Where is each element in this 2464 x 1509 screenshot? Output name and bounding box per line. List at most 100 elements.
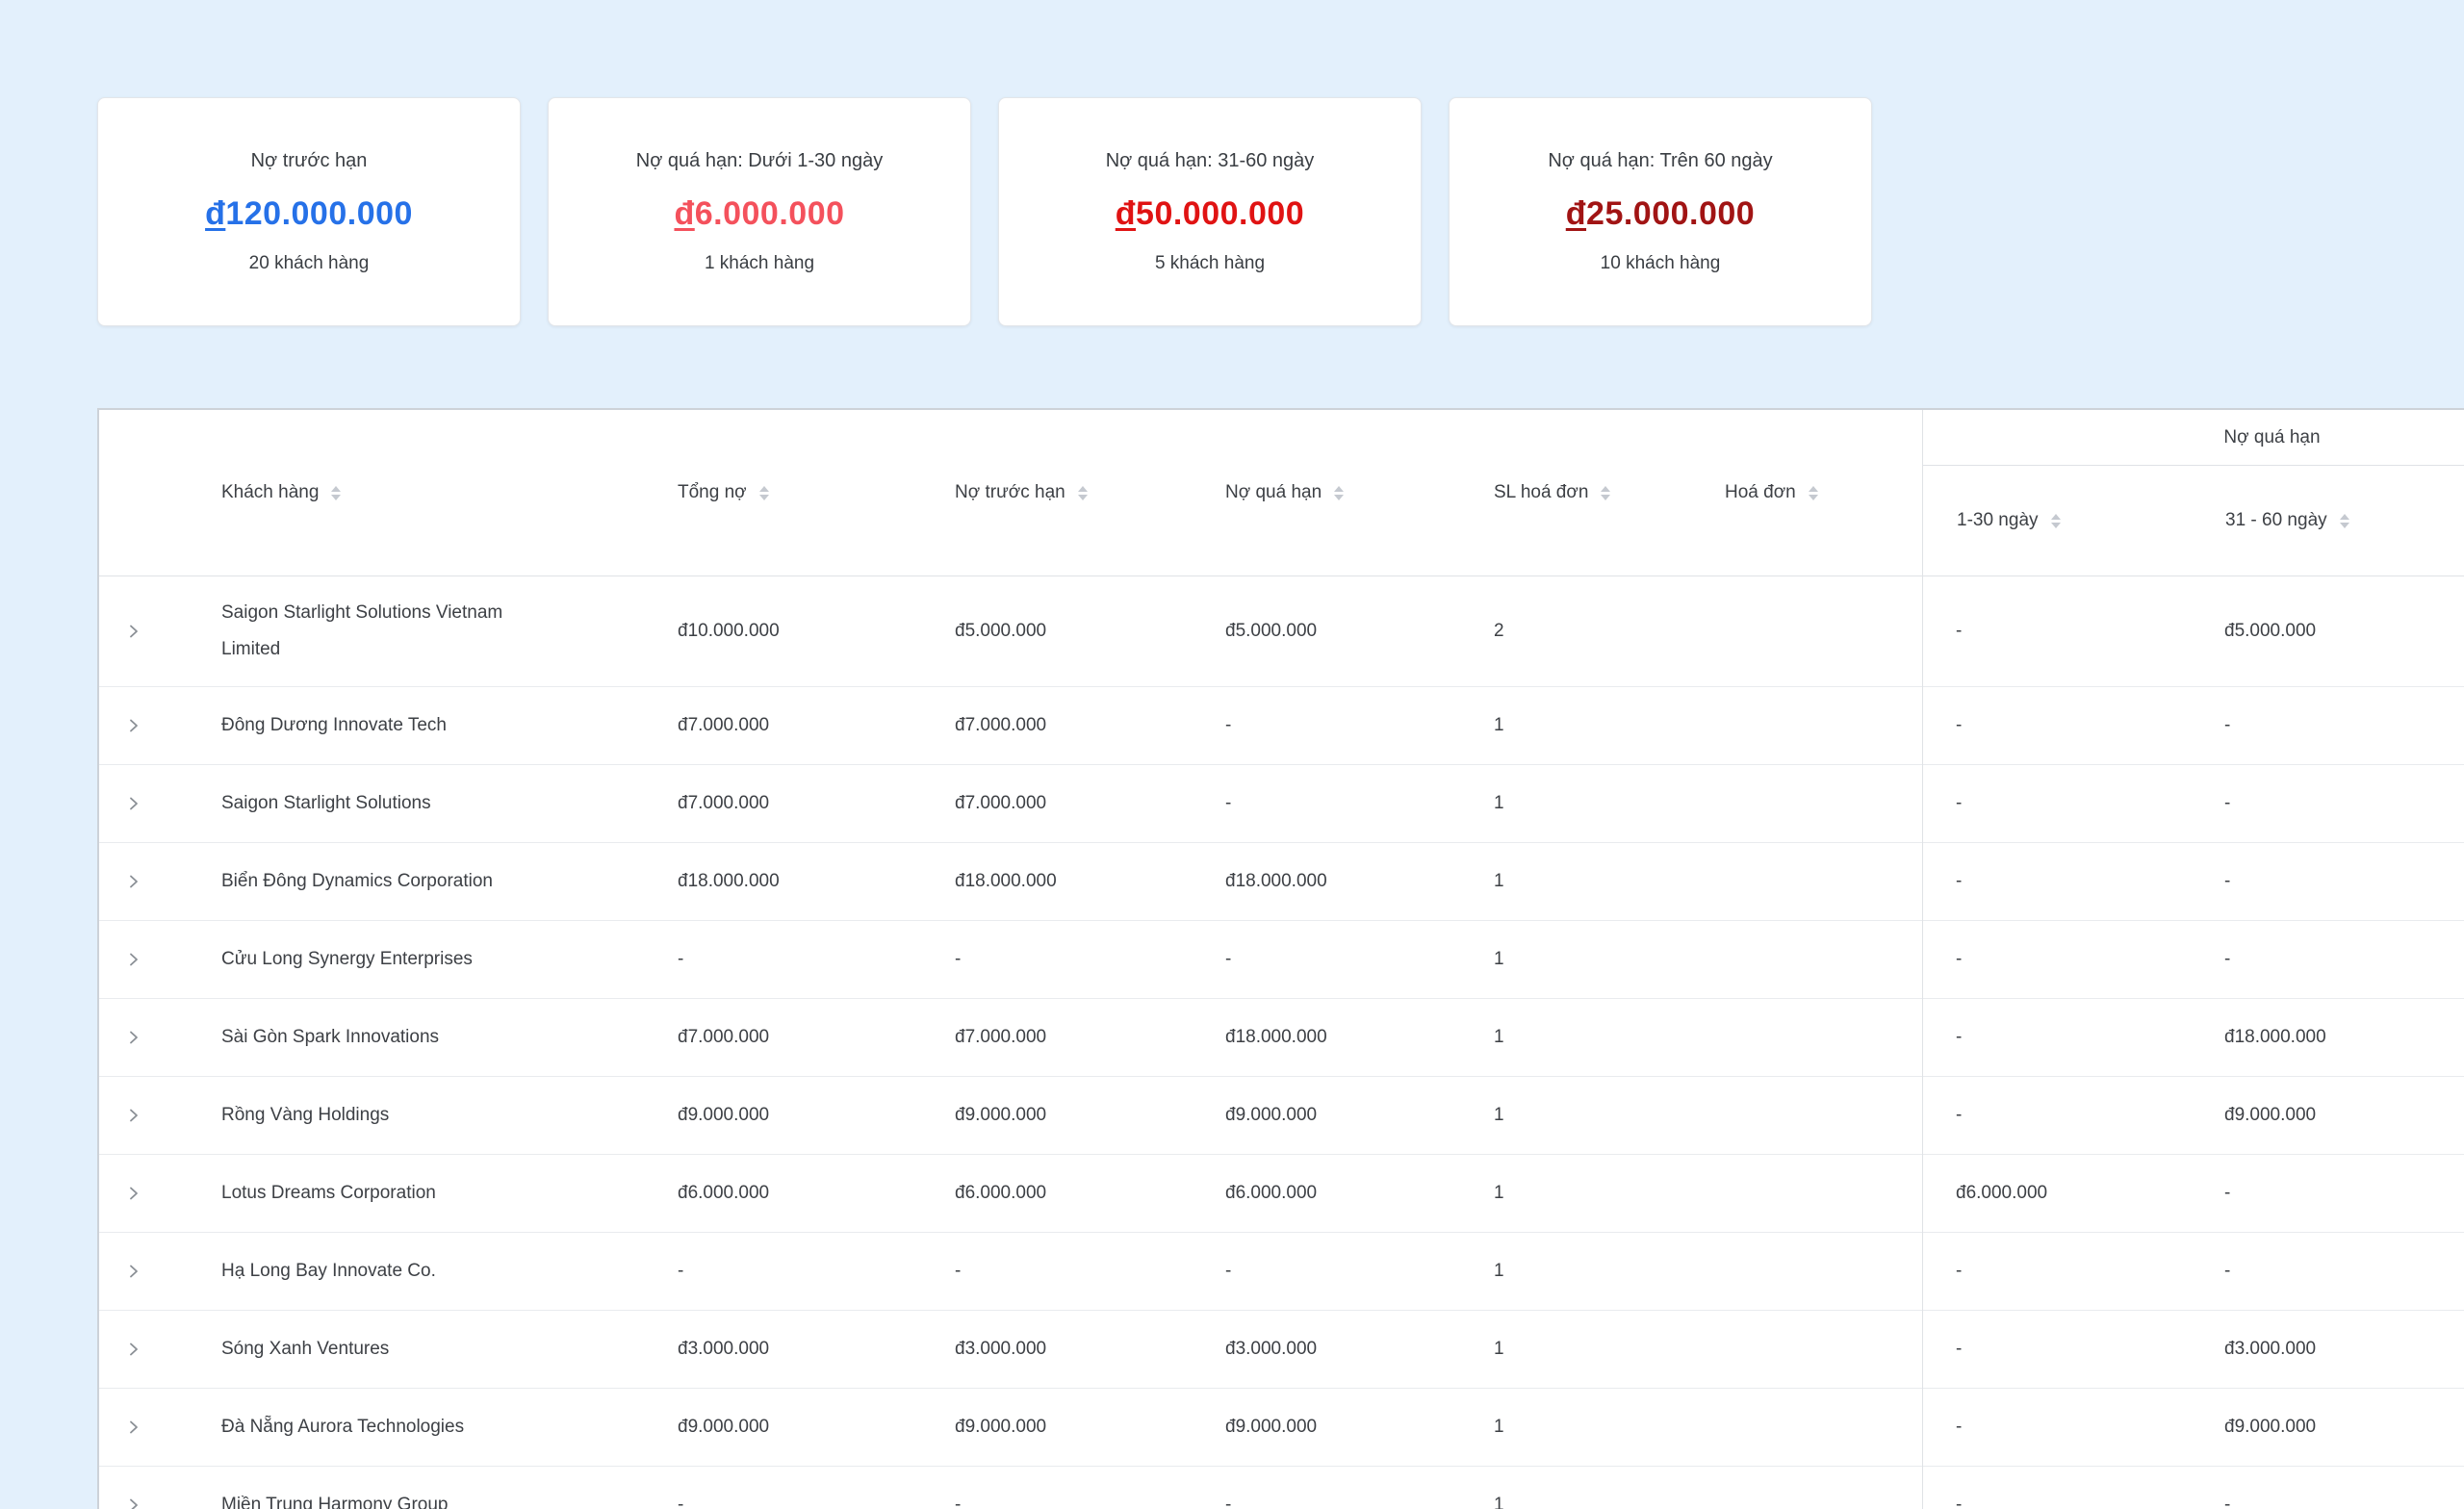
cell-overdue-1-30: đ6.000.000	[1922, 1183, 2196, 1204]
cell-overdue-31-60: -	[2196, 715, 2464, 736]
sort-icon[interactable]	[2051, 514, 2061, 528]
cell-invoice-count: 2	[1494, 621, 1725, 642]
cell-before-due: -	[955, 1261, 1225, 1282]
expand-row-button[interactable]	[99, 873, 198, 890]
cell-overdue-31-60: đ3.000.000	[2196, 1339, 2464, 1360]
card-value: đ120.000.000	[205, 193, 413, 234]
cell-total-debt: đ9.000.000	[678, 1417, 955, 1438]
header-invoice-count[interactable]: SL hoá đơn	[1494, 482, 1725, 503]
cell-invoice-count: 1	[1494, 1183, 1725, 1204]
chevron-right-icon[interactable]	[125, 873, 142, 890]
cell-before-due: đ9.000.000	[955, 1417, 1225, 1438]
header-customer[interactable]: Khách hàng	[198, 482, 678, 503]
overdue-group-header: Nợ quá hạn	[1923, 410, 2464, 466]
sort-icon[interactable]	[1334, 486, 1344, 500]
cell-before-due: đ7.000.000	[955, 1027, 1225, 1048]
card-title: Nợ quá hạn: Trên 60 ngày	[1548, 147, 1772, 174]
card-overdue-60-plus: Nợ quá hạn: Trên 60 ngày đ25.000.000 10 …	[1449, 97, 1872, 326]
header-before-due[interactable]: Nợ trước hạn	[955, 482, 1225, 503]
cell-overdue: đ18.000.000	[1225, 1027, 1494, 1048]
header-overdue-31-60[interactable]: 31 - 60 ngày	[2197, 510, 2464, 531]
cell-overdue-1-30: -	[1922, 1027, 2196, 1048]
cell-overdue: -	[1225, 949, 1494, 970]
cell-customer: Biển Đông Dynamics Corporation	[198, 845, 678, 918]
table-row: Đà Nẵng Aurora Technologies đ9.000.000 đ…	[99, 1389, 2464, 1467]
expand-row-button[interactable]	[99, 1185, 198, 1202]
cell-overdue-31-60: -	[2196, 871, 2464, 892]
expand-row-button[interactable]	[99, 795, 198, 812]
expand-row-button[interactable]	[99, 1419, 198, 1436]
cell-overdue-31-60: đ18.000.000	[2196, 1027, 2464, 1048]
cell-overdue-31-60: -	[2196, 949, 2464, 970]
cell-total-debt: -	[678, 949, 955, 970]
table-row: Sóng Xanh Ventures đ3.000.000 đ3.000.000…	[99, 1311, 2464, 1389]
cell-customer: Sài Gòn Spark Innovations	[198, 1001, 678, 1074]
cell-invoice-count: 1	[1494, 1261, 1725, 1282]
cell-overdue: đ9.000.000	[1225, 1105, 1494, 1126]
expand-row-button[interactable]	[99, 1341, 198, 1358]
cell-customer: Rồng Vàng Holdings	[198, 1079, 678, 1152]
expand-row-button[interactable]	[99, 623, 198, 640]
cell-total-debt: đ3.000.000	[678, 1339, 955, 1360]
sort-icon[interactable]	[1601, 486, 1610, 500]
card-customer-count: 1 khách hàng	[705, 251, 814, 276]
header-overdue-1-30[interactable]: 1-30 ngày	[1923, 510, 2197, 531]
chevron-right-icon[interactable]	[125, 795, 142, 812]
table-row: Đông Dương Innovate Tech đ7.000.000 đ7.0…	[99, 687, 2464, 765]
cell-invoice-count: 1	[1494, 871, 1725, 892]
card-overdue-1-30: Nợ quá hạn: Dưới 1-30 ngày đ6.000.000 1 …	[548, 97, 971, 326]
table-row: Sài Gòn Spark Innovations đ7.000.000 đ7.…	[99, 999, 2464, 1077]
cell-invoice-count: 1	[1494, 1417, 1725, 1438]
expand-row-button[interactable]	[99, 1107, 198, 1124]
chevron-right-icon[interactable]	[125, 1263, 142, 1280]
table-row: Biển Đông Dynamics Corporation đ18.000.0…	[99, 843, 2464, 921]
cell-before-due: đ7.000.000	[955, 793, 1225, 814]
sort-icon[interactable]	[1078, 486, 1088, 500]
chevron-right-icon[interactable]	[125, 717, 142, 734]
cell-invoice-count: 1	[1494, 1495, 1725, 1509]
header-invoice[interactable]: Hoá đơn	[1725, 482, 1922, 503]
card-value: đ25.000.000	[1566, 193, 1755, 234]
chevron-right-icon[interactable]	[125, 1341, 142, 1358]
chevron-right-icon[interactable]	[125, 1107, 142, 1124]
card-customer-count: 10 khách hàng	[1601, 251, 1721, 276]
expand-row-button[interactable]	[99, 1263, 198, 1280]
cell-before-due: -	[955, 1495, 1225, 1509]
sort-icon[interactable]	[2340, 514, 2349, 528]
cell-before-due: đ3.000.000	[955, 1339, 1225, 1360]
cell-overdue: đ9.000.000	[1225, 1417, 1494, 1438]
chevron-right-icon[interactable]	[125, 951, 142, 968]
cell-total-debt: đ6.000.000	[678, 1183, 955, 1204]
cell-invoice-count: 1	[1494, 715, 1725, 736]
cell-before-due: -	[955, 949, 1225, 970]
cell-overdue: -	[1225, 793, 1494, 814]
table-row: Miền Trung Harmony Group - - - 1 - -	[99, 1467, 2464, 1509]
cell-customer: Đông Dương Innovate Tech	[198, 689, 678, 762]
cell-customer: Đà Nẵng Aurora Technologies	[198, 1391, 678, 1464]
cell-customer: Hạ Long Bay Innovate Co.	[198, 1235, 678, 1308]
cell-overdue: -	[1225, 1495, 1494, 1509]
expand-row-button[interactable]	[99, 951, 198, 968]
header-total-debt[interactable]: Tổng nợ	[678, 482, 955, 503]
header-overdue[interactable]: Nợ quá hạn	[1225, 482, 1494, 503]
card-value: đ50.000.000	[1116, 193, 1304, 234]
chevron-right-icon[interactable]	[125, 1496, 142, 1509]
expand-row-button[interactable]	[99, 1496, 198, 1509]
expand-row-button[interactable]	[99, 717, 198, 734]
expand-row-button[interactable]	[99, 1029, 198, 1046]
cell-customer: Lotus Dreams Corporation	[198, 1157, 678, 1230]
cell-invoice-count: 1	[1494, 1027, 1725, 1048]
chevron-right-icon[interactable]	[125, 1419, 142, 1436]
sort-icon[interactable]	[759, 486, 769, 500]
cell-overdue-1-30: -	[1922, 1495, 2196, 1509]
cell-invoice-count: 1	[1494, 1339, 1725, 1360]
sort-icon[interactable]	[1809, 486, 1818, 500]
cell-before-due: đ6.000.000	[955, 1183, 1225, 1204]
chevron-right-icon[interactable]	[125, 1185, 142, 1202]
cell-total-debt: đ7.000.000	[678, 793, 955, 814]
sort-icon[interactable]	[331, 486, 341, 500]
chevron-right-icon[interactable]	[125, 623, 142, 640]
card-customer-count: 20 khách hàng	[249, 251, 370, 276]
chevron-right-icon[interactable]	[125, 1029, 142, 1046]
cell-overdue-31-60: -	[2196, 1261, 2464, 1282]
